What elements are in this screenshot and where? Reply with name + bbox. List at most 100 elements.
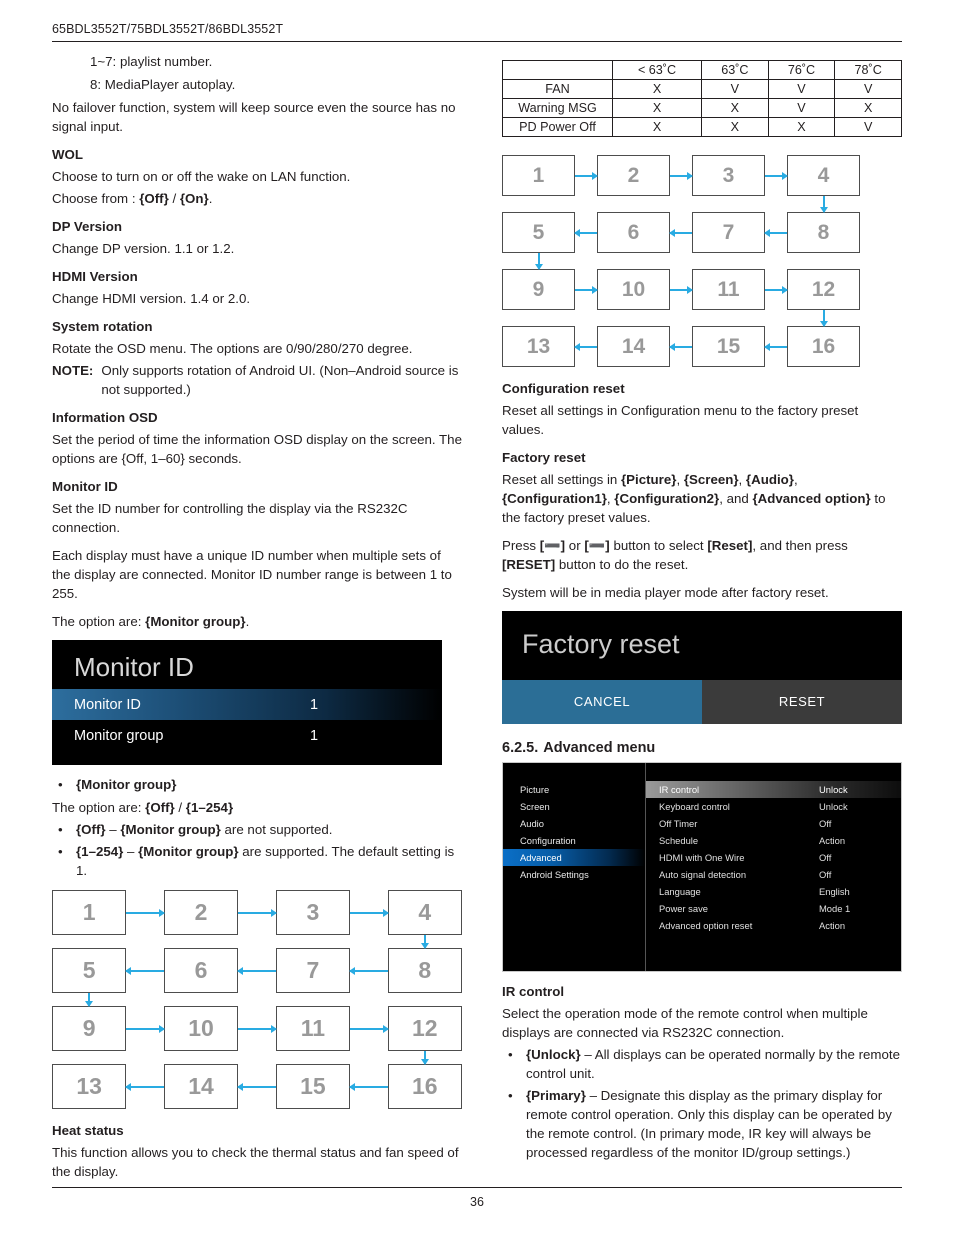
osd-option-ir-control[interactable]: IR control Unlock (646, 781, 901, 798)
osd-option-advanced-option-reset[interactable]: Advanced option reset Action (646, 917, 901, 934)
osd-option-auto-signal-detection-label: Auto signal detection (659, 869, 747, 880)
page-header: 65BDL3552T/75BDL3552T/86BDL3552T (52, 22, 902, 42)
ir-control-bullets: {Unlock} – All displays can be operated … (502, 1045, 902, 1162)
fr-s3: , (793, 472, 798, 487)
osd-option-schedule-label: Schedule (659, 835, 699, 846)
r-chain-arrow-8-7 (764, 212, 787, 253)
osd-row-monitor-group-value: 1 (310, 727, 319, 744)
monitor-id-body-1: Set the ID number for controlling the di… (52, 501, 408, 535)
osd-option-power-save-label: Power save (659, 903, 708, 914)
monitor-id-option: The option are: {Monitor group}. (52, 612, 462, 631)
chain-arrow-3-4 (350, 890, 389, 935)
osd-option-keyboard-control[interactable]: Keyboard control Unlock (646, 798, 901, 815)
mg-option-off: {Off} (145, 800, 175, 815)
chain-cell-10: 10 (163, 1006, 239, 1051)
r-vslot-a1 (502, 196, 575, 212)
osd-option-auto-signal-detection[interactable]: Auto signal detection Off (646, 866, 901, 883)
vslot-b4 (388, 993, 462, 1006)
vslot-a1 (52, 935, 126, 948)
sidebar-item-advanced[interactable]: Advanced (503, 849, 645, 866)
r-chain-arrow-14-13 (574, 326, 597, 367)
daisy-chain-diagram-right: 1 2 3 4 5 6 7 8 9 10 11 12 13 14 15 16 (502, 155, 902, 367)
wol-choose-prefix: Choose from : (52, 191, 140, 206)
sidebar-item-screen[interactable]: Screen (503, 798, 645, 815)
warn-76: V (767, 98, 836, 118)
wol-choose: Choose from : {Off} / {On}. (52, 189, 462, 208)
section-number: 6.2.5. (502, 740, 539, 756)
r-vslot-c2 (597, 310, 670, 326)
r-chain-arrow-7-6 (669, 212, 692, 253)
r-chain-cell-13: 13 (502, 326, 575, 367)
sidebar-item-picture[interactable]: Picture (503, 781, 645, 798)
r-chain-cell-10: 10 (597, 269, 670, 310)
monitor-id-option-suffix: . (245, 614, 250, 629)
factory-reset-dialog-title: Factory reset (522, 629, 680, 659)
warn-lt63: X (611, 98, 703, 118)
osd-option-language[interactable]: Language English (646, 883, 901, 900)
sidebar-item-configuration[interactable]: Configuration (503, 832, 645, 849)
b2-dash: – (105, 822, 121, 837)
r-vslot-a3 (692, 196, 765, 212)
mg-option-sep: / (174, 800, 186, 815)
monitor-id-body-2: Each display must have a unique ID numbe… (52, 548, 452, 601)
chain-arrow-6-5 (125, 948, 164, 993)
osd-option-off-timer[interactable]: Off Timer Off (646, 815, 901, 832)
chain-cell-7: 7 (275, 948, 351, 993)
fr-screen: {Screen} (683, 472, 739, 487)
chain-arrow-15-14 (237, 1064, 276, 1109)
system-rotation-body: Rotate the OSD menu. The options are 0/9… (52, 341, 413, 356)
r-vslot-c1 (502, 310, 575, 326)
playlist-line-1: 1~7: playlist number. (90, 54, 213, 69)
osd-option-hdmi-with-one-wire[interactable]: HDMI with One Wire Off (646, 849, 901, 866)
vslot-a2 (164, 935, 238, 948)
factory-reset-p3: System will be in media player mode afte… (502, 585, 829, 600)
b3-bold-1: {1–254} (76, 844, 124, 859)
r-chain-cell-8: 8 (787, 212, 860, 253)
cancel-button[interactable]: CANCEL (502, 680, 702, 724)
osd-option-advanced-option-reset-value: Action (819, 920, 846, 931)
dp-version-body: Change DP version. 1.1 or 1.2. (52, 241, 235, 256)
b3-dash: – (123, 844, 139, 859)
r-chain-cell-16: 16 (787, 326, 860, 367)
vslot-c2 (164, 1051, 238, 1064)
heading-system-rotation: System rotation (52, 319, 153, 334)
fr-advanced-option: {Advanced option} (752, 491, 871, 506)
osd-option-hdmi-with-one-wire-label: HDMI with One Wire (659, 852, 745, 863)
sidebar-item-audio[interactable]: Audio (503, 815, 645, 832)
b2-rest: are not supported. (220, 822, 333, 837)
header-rule (52, 41, 902, 42)
osd-row-monitor-id[interactable]: Monitor ID 1 (52, 689, 442, 720)
r-chain-cell-1: 1 (502, 155, 575, 196)
osd-row-monitor-group[interactable]: Monitor group 1 (52, 720, 442, 751)
monitor-group-bullets: {Monitor group} (52, 775, 462, 794)
osd-option-power-save-value: Mode 1 (819, 903, 851, 914)
r-chain-arrow-4-8 (787, 196, 860, 213)
osd-option-ir-control-value: Unlock (819, 784, 848, 795)
reset-button[interactable]: RESET (702, 680, 902, 724)
chain-arrow-14-13 (125, 1064, 164, 1109)
chain-cell-16: 16 (387, 1064, 462, 1109)
r-chain-cell-14: 14 (597, 326, 670, 367)
osd-option-schedule-value: Action (819, 835, 846, 846)
r-chain-cell-9: 9 (502, 269, 575, 310)
monitor-group-option: The option are: {Off} / {1–254} (52, 798, 462, 817)
monitor-id-option-prefix: The option are: (52, 614, 146, 629)
left-column: 1~7: playlist number. 8: MediaPlayer aut… (52, 52, 462, 1190)
r-chain-cell-11: 11 (692, 269, 765, 310)
chain-arrow-16-15 (349, 1064, 388, 1109)
sidebar-item-android-settings[interactable]: Android Settings (503, 866, 645, 883)
chain-row-2: 5 6 7 8 (52, 948, 462, 993)
chain-cell-3: 3 (275, 890, 351, 935)
bullet-primary-token: {Primary} (526, 1088, 586, 1103)
fr-p2-mid2: button to select (609, 538, 708, 553)
table-header-63: 63˚C (701, 60, 769, 80)
osd-option-schedule[interactable]: Schedule Action (646, 832, 901, 849)
osd-option-power-save[interactable]: Power save Mode 1 (646, 900, 901, 917)
chain-vrow-2 (52, 993, 462, 1007)
fr-s5: , and (719, 491, 753, 506)
playlist-line-2: 8: MediaPlayer autoplay. (90, 77, 236, 92)
chain-cell-4: 4 (387, 890, 462, 935)
pd-76: X (767, 117, 836, 137)
pd-78: V (834, 117, 902, 137)
b2-bold-2: {Monitor group} (120, 822, 221, 837)
